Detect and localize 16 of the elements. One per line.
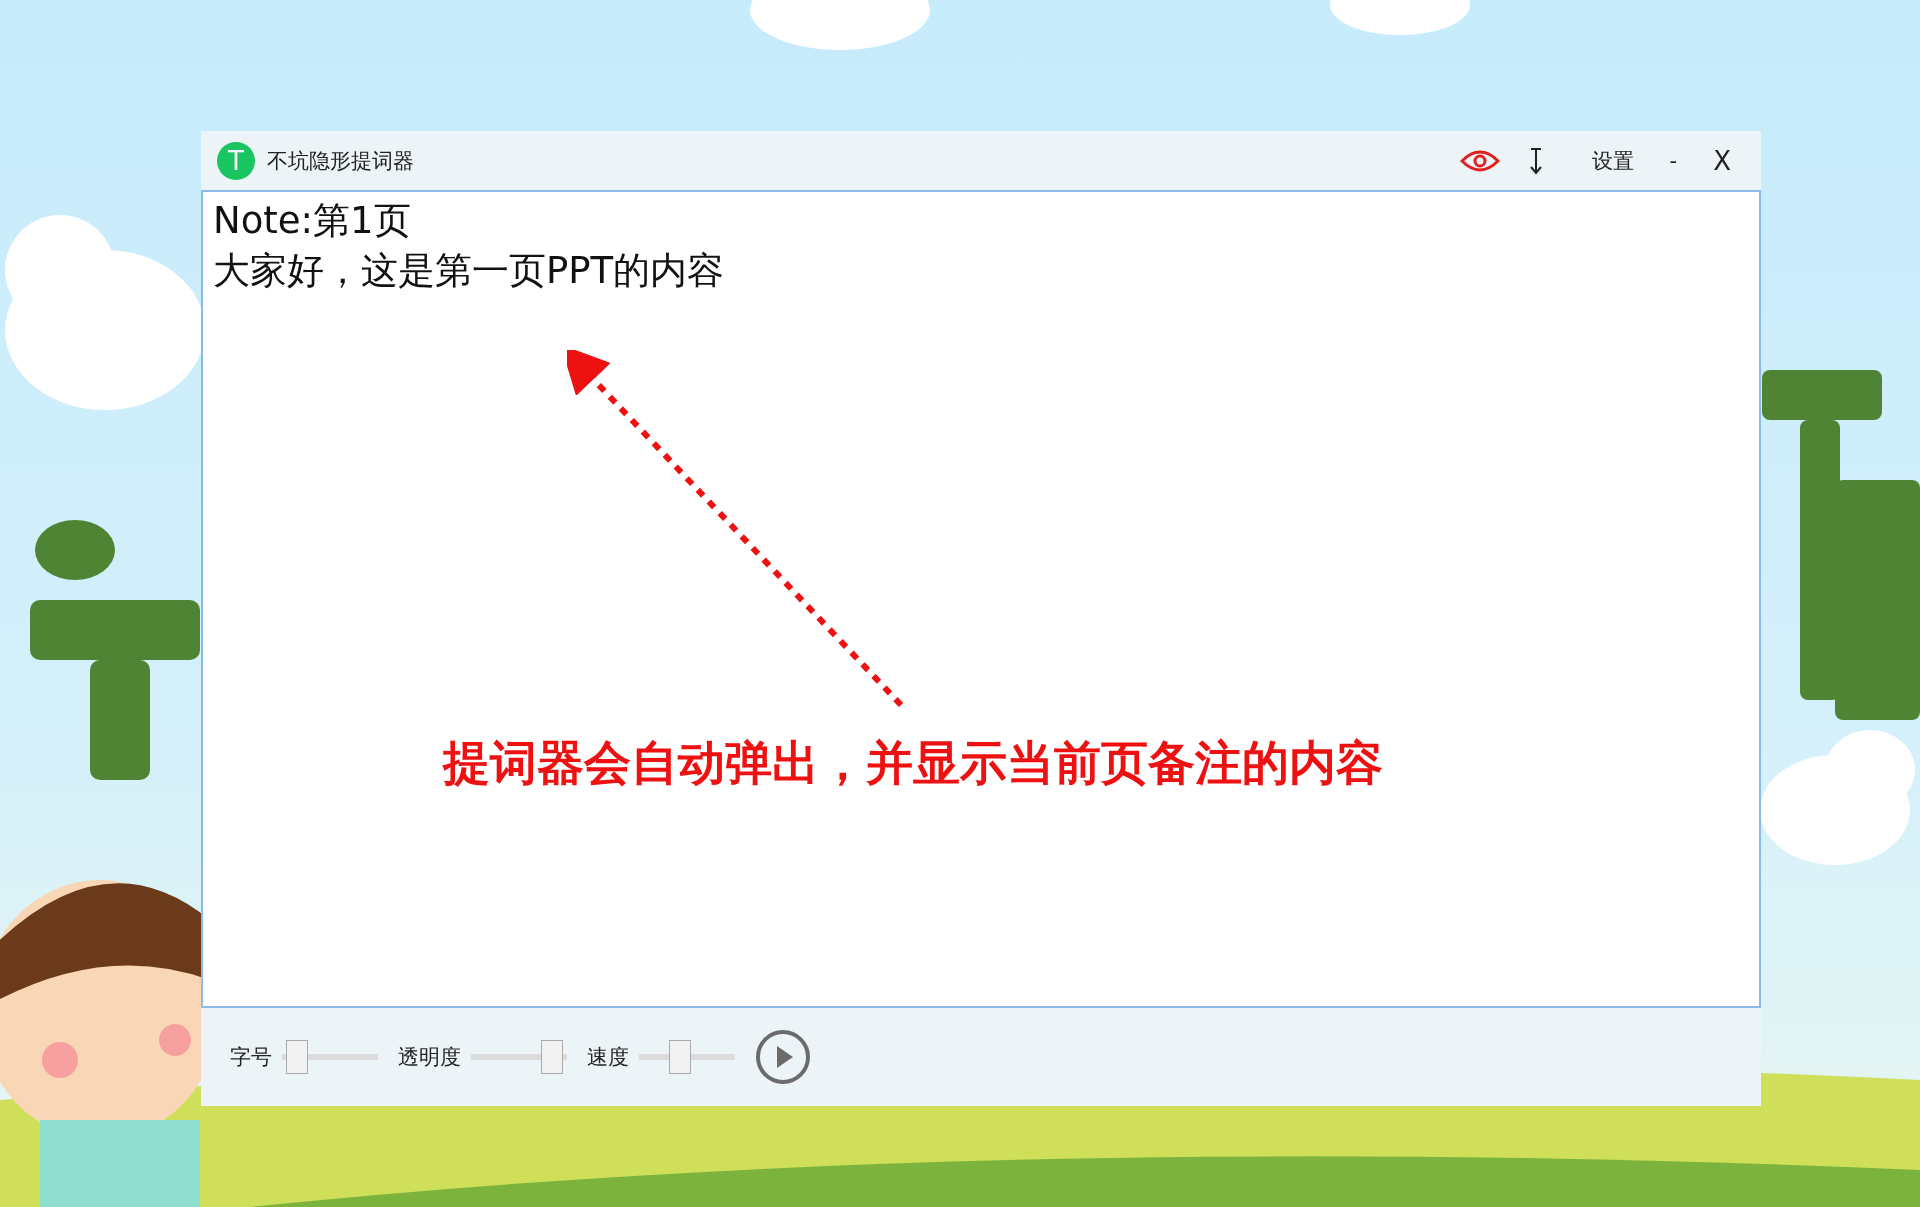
slider-label: 透明度 — [398, 1044, 461, 1071]
slider-thumb[interactable] — [541, 1040, 564, 1074]
window-title: 不坑隐形提词器 — [267, 147, 414, 175]
slider-label: 速度 — [587, 1044, 629, 1071]
vertical-arrow-icon[interactable] — [1527, 146, 1544, 175]
slider-thumb[interactable] — [668, 1040, 691, 1074]
annotation-text: 提词器会自动弹出，并显示当前页备注的内容 — [443, 734, 1383, 792]
note-text: Note:第1页 — [213, 198, 412, 244]
app-logo-icon: T — [217, 141, 255, 180]
note-text: 大家好，这是第一页PPT的内容 — [213, 248, 726, 294]
settings-button[interactable]: 设置 — [1581, 142, 1644, 179]
slider-thumb[interactable] — [285, 1040, 308, 1074]
play-icon[interactable] — [755, 1029, 811, 1085]
close-button[interactable]: X — [1703, 141, 1741, 180]
minimize-button[interactable]: - — [1659, 144, 1688, 177]
slider-label: 字号 — [230, 1044, 272, 1071]
